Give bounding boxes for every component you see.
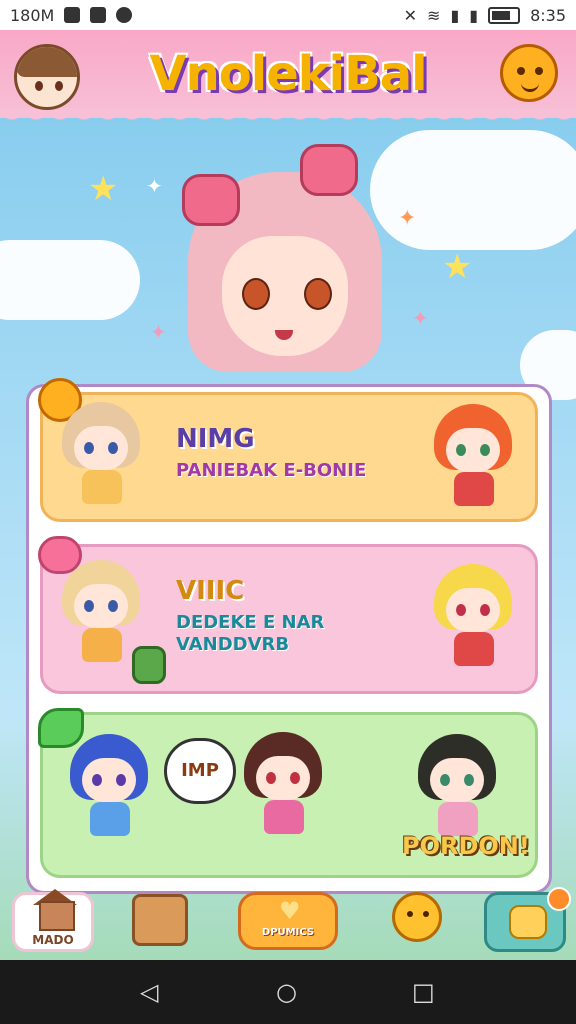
star-icon: ★ <box>442 247 473 287</box>
sparkle-icon: ✦ <box>146 174 163 198</box>
sparkle-icon: ✦ <box>150 320 167 344</box>
status-time: 8:35 <box>530 5 566 25</box>
pordon-label: PORDON! <box>402 832 530 860</box>
system-nav-bar: ◁ ○ □ <box>0 960 576 1024</box>
sparkle-icon: ✦ <box>398 206 417 231</box>
bear-mascot-icon[interactable] <box>500 44 558 102</box>
status-left-text: 180M <box>10 5 55 25</box>
card-title: NIMG <box>176 424 255 454</box>
blonde-chibi-icon <box>58 560 144 670</box>
card-subtitle: VANDDVRB <box>176 634 290 655</box>
cloud <box>0 240 140 320</box>
yellow-haired-chibi-icon <box>430 564 516 674</box>
nav-favorites-label: DPUMICS <box>261 927 315 938</box>
sparkle-icon: ✦ <box>412 306 429 330</box>
cloud <box>370 130 576 250</box>
wifi-icon: ≋ <box>427 5 441 25</box>
pink-haired-girl-icon <box>180 144 390 385</box>
chat-icon <box>116 7 133 23</box>
signal-icon: ▮ <box>469 5 479 25</box>
tools-icon <box>90 7 107 23</box>
signal-icon: ▮ <box>450 5 460 25</box>
star-icon: ★ <box>88 169 119 209</box>
shopping-bag-icon <box>509 905 547 939</box>
nav-favorites-button[interactable]: ♥ DPUMICS <box>238 892 338 950</box>
blonde-chibi-icon <box>58 402 144 512</box>
nav-home-label: MADO <box>32 933 74 947</box>
girl-avatar-icon[interactable] <box>14 44 80 110</box>
card-title: VIIIC <box>176 576 245 606</box>
bear-face-icon[interactable] <box>392 892 442 942</box>
speech-bubble: IMP <box>164 738 236 804</box>
recents-icon[interactable]: □ <box>412 980 435 1004</box>
notification-dot <box>547 887 571 911</box>
battery-icon <box>488 6 521 24</box>
black-haired-chibi-icon <box>414 734 500 844</box>
mute-icon: ✕ <box>403 5 418 25</box>
home-icon[interactable]: ○ <box>276 980 297 1004</box>
dark-haired-chibi-icon <box>240 732 326 842</box>
app-screen: 180M ✕ ≋ ▮ ▮ 8:35 VnolekiBal ★ ★ ✦ ✦ ✦ ✦ <box>0 0 576 1024</box>
red-haired-chibi-icon <box>430 404 516 514</box>
card-subtitle: PANIEBAK E-BONIE <box>176 460 367 481</box>
notification-box-icon <box>64 7 81 23</box>
blue-haired-chibi-icon <box>66 734 152 844</box>
app-title: VnolekiBal <box>149 46 427 102</box>
card-subtitle: DEDEKE E NAR <box>176 612 325 633</box>
nav-shop-button[interactable] <box>484 887 571 952</box>
status-bar: 180M ✕ ≋ ▮ ▮ 8:35 <box>0 0 576 30</box>
nav-home-button[interactable]: MADO <box>12 889 94 952</box>
green-barrel-icon <box>132 646 166 684</box>
wooden-box-icon[interactable] <box>132 894 188 946</box>
back-icon[interactable]: ◁ <box>140 980 158 1004</box>
heart-icon: ♥ <box>279 897 301 925</box>
